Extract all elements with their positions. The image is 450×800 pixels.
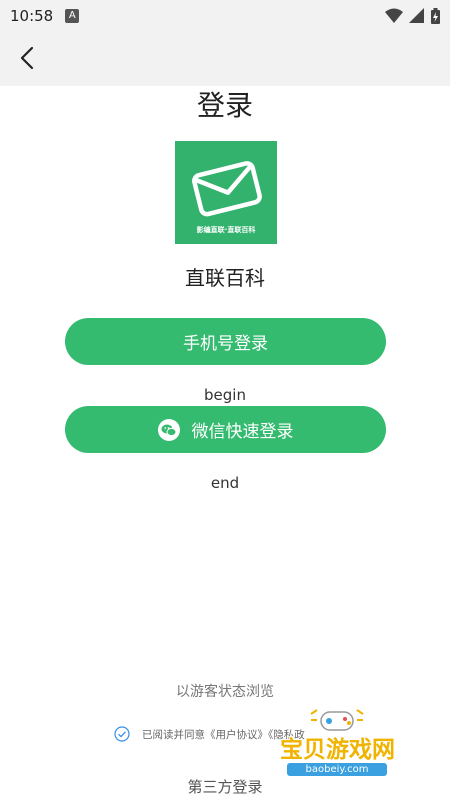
agreement-text[interactable]: 已阅读并同意《用户协议》《隐私政 bbox=[142, 727, 305, 742]
watermark: 宝贝游戏网 baobeiy.com bbox=[255, 706, 420, 786]
notification-a-icon: A bbox=[65, 9, 80, 23]
gamepad-icon bbox=[310, 709, 364, 731]
check-circle-icon[interactable] bbox=[114, 726, 130, 742]
app-name: 直联百科 bbox=[185, 266, 265, 290]
third-party-login-label: 第三方登录 bbox=[187, 778, 263, 796]
end-marker: end bbox=[210, 474, 240, 492]
status-bar: 10:58 A bbox=[0, 0, 450, 32]
app-bar bbox=[0, 32, 450, 86]
logo-caption: 影编直联·直联百科 bbox=[196, 226, 256, 234]
status-icons bbox=[385, 8, 440, 24]
cellular-icon bbox=[409, 8, 424, 23]
wechat-login-button[interactable]: 微信快速登录 bbox=[65, 406, 386, 453]
phone-login-button[interactable]: 手机号登录 bbox=[65, 318, 386, 365]
app-logo: 影编直联·直联百科 bbox=[175, 141, 277, 244]
wifi-icon bbox=[385, 8, 403, 23]
battery-icon bbox=[431, 8, 440, 24]
page-title: 登录 bbox=[196, 89, 253, 122]
phone-login-label: 手机号登录 bbox=[183, 334, 268, 354]
back-arrow-icon[interactable] bbox=[14, 44, 42, 72]
begin-marker: begin bbox=[204, 386, 246, 404]
wechat-icon bbox=[157, 418, 180, 441]
status-time: 10:58 bbox=[10, 7, 54, 25]
wechat-login-label: 微信快速登录 bbox=[191, 422, 294, 442]
guest-browse-link[interactable]: 以游客状态浏览 bbox=[0, 681, 450, 701]
agreement-row: 已阅读并同意《用户协议》《隐私政 bbox=[114, 726, 305, 742]
watermark-url: baobeiy.com bbox=[287, 763, 387, 776]
envelope-icon bbox=[192, 161, 262, 217]
